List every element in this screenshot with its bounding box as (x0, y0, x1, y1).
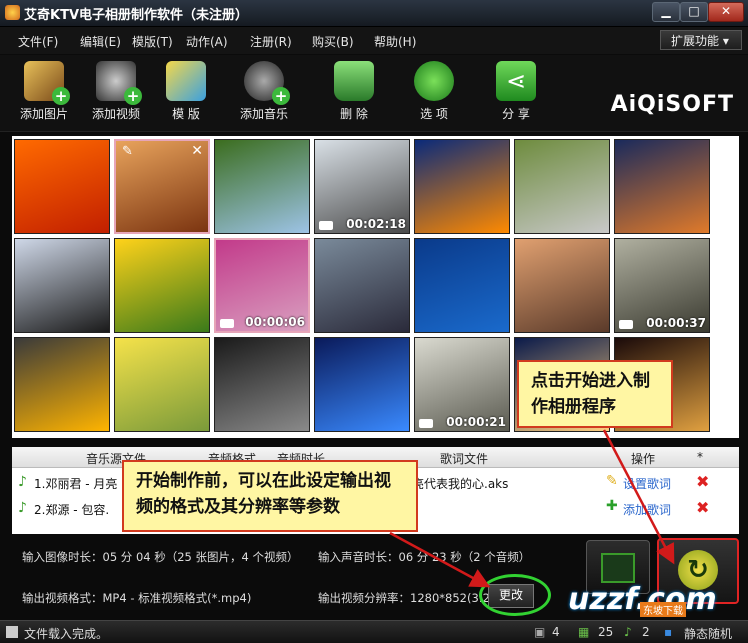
watermark-sub: 东坡下载 (640, 602, 686, 617)
status-mode[interactable]: 静态随机 (684, 625, 732, 642)
status-music-icon: ♪ (624, 625, 632, 639)
status-music-count: 2 (642, 625, 650, 639)
status-mode-icon: ▪ (664, 625, 673, 639)
arrow-to-start (602, 429, 675, 565)
status-text: 文件载入完成。 (24, 627, 109, 641)
status-image-count: 25 (598, 625, 614, 639)
status-film-icon: ▣ (534, 625, 546, 639)
arrow-to-change (389, 531, 491, 588)
status-image-icon: ▦ (578, 625, 590, 639)
annotation-arrows (389, 429, 675, 588)
status-file-icon (6, 626, 18, 638)
status-video-count: 4 (552, 625, 560, 639)
status-bar: 文件载入完成。 ▣ 4 ▦ 25 ♪ 2 ▪ 静态随机 (0, 620, 748, 643)
